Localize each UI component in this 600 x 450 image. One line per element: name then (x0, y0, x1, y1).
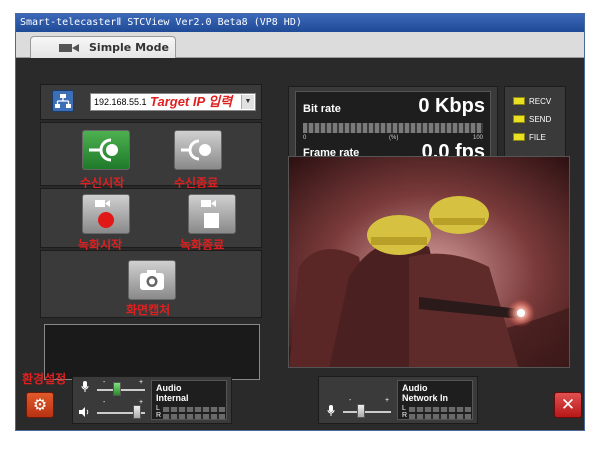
send-label: SEND (529, 114, 552, 124)
network-right-label: R (402, 412, 408, 419)
bitrate-label: Bit rate (303, 103, 341, 115)
network-icon (55, 94, 71, 108)
mic-icon (327, 405, 335, 416)
audio-internal-panel: - + - + Audio Internal L R (72, 376, 232, 424)
internal-left-vu (163, 407, 225, 412)
audio-network-panel: - + Audio Network In L R (318, 376, 478, 424)
settings-button[interactable]: ⚙ (26, 392, 54, 418)
app-window: Smart-telecasterⅡ STCView Ver2.0 Beta8 (… (15, 13, 585, 431)
target-ip-value: 192.168.55.1 (94, 97, 147, 107)
receive-off-icon (181, 139, 211, 161)
send-indicator: SEND (513, 113, 551, 125)
video-camera-icon (59, 44, 79, 52)
receive-panel (40, 122, 262, 186)
receive-on-icon (89, 138, 118, 162)
settings-label: 환경설정 (22, 372, 67, 386)
internal-left-label: L (156, 405, 160, 412)
mic-plus: + (139, 379, 144, 386)
network-right-vu (409, 414, 471, 419)
network-left-vu (409, 407, 471, 412)
recv-indicator: RECV (513, 95, 551, 107)
firefighters-image (289, 157, 569, 367)
title-bar: Smart-telecasterⅡ STCView Ver2.0 Beta8 (… (16, 14, 584, 32)
recv-led (513, 97, 525, 105)
network-button[interactable] (52, 90, 74, 112)
network-left-label: L (402, 405, 406, 412)
gear-icon: ⚙ (32, 395, 48, 414)
capture-label: 화면캡처 (126, 303, 171, 317)
network-label-line2: Network In (402, 393, 449, 403)
file-indicator: FILE (513, 131, 546, 143)
tab-label: Simple Mode (89, 41, 169, 54)
network-plus: + (385, 397, 390, 404)
internal-right-vu (163, 414, 225, 419)
video-preview (288, 156, 570, 368)
mic-slider-track[interactable] (97, 389, 145, 391)
speaker-slider-knob[interactable] (133, 405, 141, 419)
mic-minus: - (103, 379, 106, 386)
main-area: 192.168.55.1 ▼ Target IP 입력 수신시작 수신종료 녹화… (16, 58, 584, 430)
recv-label: RECV (529, 96, 552, 106)
tab-simple-mode[interactable]: Simple Mode (30, 36, 176, 58)
record-stop-button[interactable] (188, 194, 236, 234)
close-button[interactable]: ✕ (554, 392, 582, 418)
internal-right-label: R (156, 412, 162, 419)
camera-icon (140, 270, 164, 290)
speaker-minus: - (103, 399, 106, 406)
record-icon (95, 200, 114, 228)
network-minus: - (349, 397, 352, 404)
chevron-down-icon[interactable]: ▼ (241, 95, 254, 109)
internal-label-line2: Internal (156, 393, 189, 403)
network-slider-track[interactable] (343, 411, 391, 413)
bitrate-bar (303, 123, 483, 133)
speaker-icon (79, 407, 89, 417)
stop-icon (201, 200, 219, 228)
ip-annotation: Target IP 입력 (150, 94, 233, 109)
network-label-line1: Audio (402, 383, 428, 393)
message-area (44, 324, 260, 380)
bitrate-value: 0 Kbps (418, 95, 485, 117)
mic-slider-knob[interactable] (113, 382, 121, 396)
internal-label-line1: Audio (156, 383, 182, 393)
capture-button[interactable] (128, 260, 176, 300)
internal-meter-box: Audio Internal L R (151, 380, 227, 420)
network-meter-box: Audio Network In L R (397, 380, 473, 420)
tab-strip: Simple Mode (16, 32, 584, 58)
network-slider-knob[interactable] (357, 404, 365, 418)
scale-min: 0 (303, 135, 307, 141)
mic-icon (81, 381, 89, 392)
receive-stop-button[interactable] (174, 130, 222, 170)
receive-start-button[interactable] (82, 130, 130, 170)
record-start-button[interactable] (82, 194, 130, 234)
scale-unit: (%) (389, 135, 399, 141)
close-icon: ✕ (560, 395, 576, 415)
file-led (513, 133, 525, 141)
send-led (513, 115, 525, 123)
file-label: FILE (529, 132, 546, 142)
